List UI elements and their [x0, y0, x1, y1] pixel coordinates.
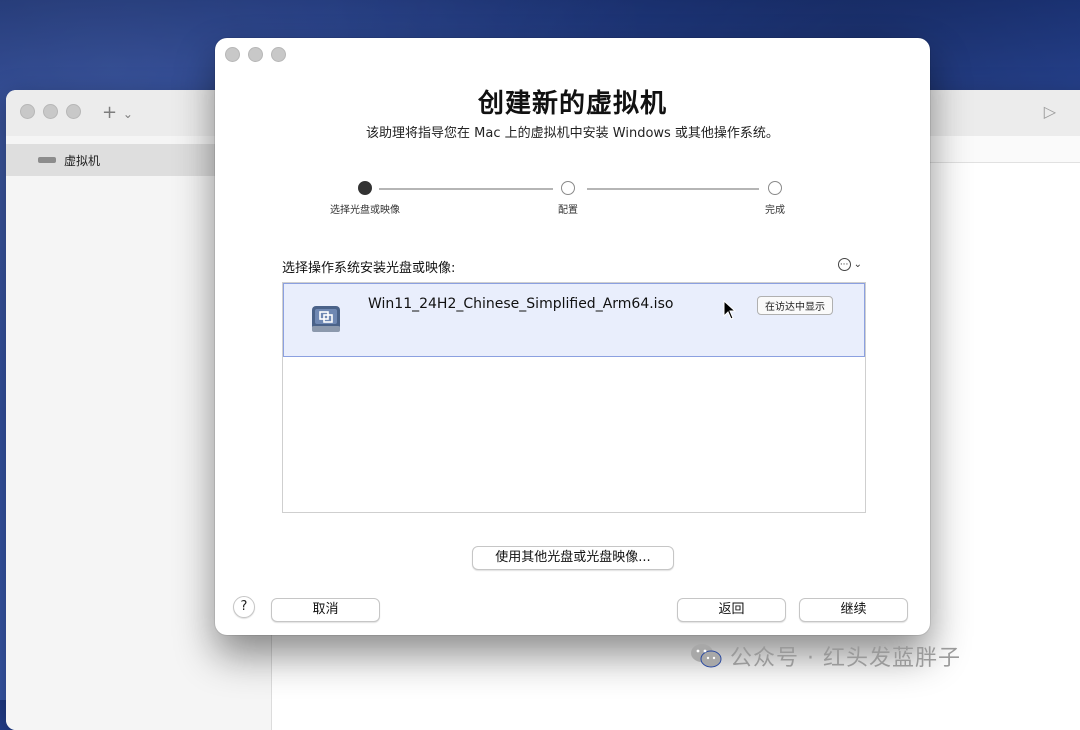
- dialog-subtitle: 该助理将指导您在 Mac 上的虚拟机中安装 Windows 或其他操作系统。: [366, 126, 779, 141]
- library-window-controls: [20, 104, 81, 119]
- minimize-window-button[interactable]: [43, 104, 58, 119]
- disk-image-icon: [312, 306, 340, 332]
- step-indicator-2: [561, 181, 575, 195]
- continue-button[interactable]: 继续: [799, 598, 908, 622]
- step-connector: [587, 188, 759, 190]
- step-label-3: 完成: [765, 205, 785, 216]
- more-options-button[interactable]: ··· ⌄: [837, 258, 862, 271]
- iso-filename: Win11_24H2_Chinese_Simplified_Arm64.iso: [368, 296, 674, 312]
- step-label-2: 配置: [558, 205, 578, 216]
- list-item[interactable]: Win11_24H2_Chinese_Simplified_Arm64.iso …: [283, 283, 865, 357]
- sidebar-item-label: 虚拟机: [64, 153, 101, 168]
- step-connector: [379, 188, 553, 190]
- chevron-down-icon: ⌄: [122, 107, 133, 121]
- show-in-finder-button[interactable]: 在访达中显示: [757, 296, 833, 315]
- dialog-title: 创建新的虚拟机: [477, 89, 667, 119]
- section-label: 选择操作系统安装光盘或映像:: [282, 261, 456, 276]
- new-vm-assistant-dialog: 创建新的虚拟机 该助理将指导您在 Mac 上的虚拟机中安装 Windows 或其…: [215, 38, 930, 635]
- cancel-button[interactable]: 取消: [271, 598, 380, 622]
- add-vm-button[interactable]: + ⌄: [102, 102, 133, 123]
- step-progress: 选择光盘或映像 配置 完成: [325, 181, 805, 221]
- iso-list[interactable]: Win11_24H2_Chinese_Simplified_Arm64.iso …: [282, 282, 866, 513]
- close-window-button[interactable]: [225, 47, 240, 62]
- ellipsis-circle-icon: ···: [837, 258, 851, 271]
- back-button[interactable]: 返回: [677, 598, 786, 622]
- play-icon[interactable]: ▷: [1044, 102, 1056, 121]
- dialog-window-controls: [225, 47, 286, 62]
- minimize-window-button[interactable]: [248, 47, 263, 62]
- zoom-window-button[interactable]: [66, 104, 81, 119]
- watermark-text: 公众号 · 红头发蓝胖子: [730, 646, 961, 671]
- step-label-1: 选择光盘或映像: [330, 205, 400, 216]
- zoom-window-button[interactable]: [271, 47, 286, 62]
- chevron-down-icon: ⌄: [853, 259, 862, 270]
- watermark: 公众号 · 红头发蓝胖子: [690, 640, 961, 672]
- use-other-disc-button[interactable]: 使用其他光盘或光盘映像...: [472, 546, 674, 570]
- plus-icon: +: [102, 102, 118, 123]
- step-indicator-3: [768, 181, 782, 195]
- wechat-icon: [691, 644, 722, 668]
- step-indicator-1: [358, 181, 372, 195]
- close-window-button[interactable]: [20, 104, 35, 119]
- vm-library-icon: [38, 157, 56, 163]
- help-button[interactable]: ?: [233, 596, 255, 618]
- mouse-pointer-icon: [723, 300, 737, 320]
